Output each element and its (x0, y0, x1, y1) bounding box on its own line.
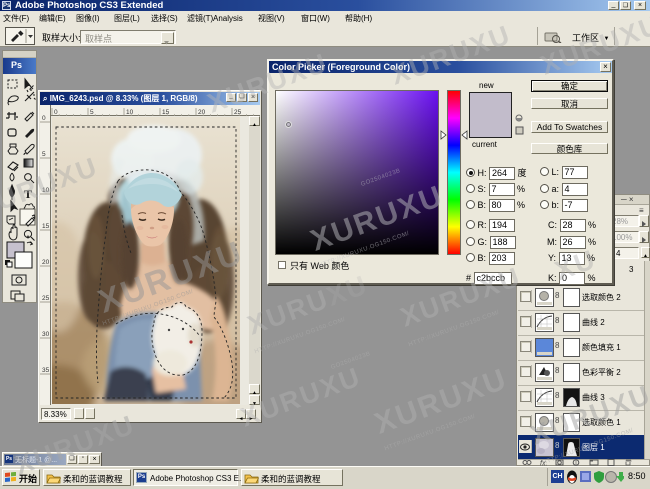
svg-text:15: 15 (42, 223, 50, 230)
svg-text:15: 15 (162, 109, 170, 116)
svg-text:20: 20 (42, 259, 50, 266)
svg-text:30: 30 (42, 331, 50, 338)
svg-text:10: 10 (42, 187, 50, 194)
svg-text:20: 20 (198, 109, 206, 116)
svg-text:35: 35 (42, 367, 50, 374)
svg-text:25: 25 (42, 295, 50, 302)
svg-text:5: 5 (42, 151, 46, 158)
svg-text:0: 0 (54, 109, 58, 116)
svg-text:5: 5 (90, 109, 94, 116)
svg-text:10: 10 (126, 109, 134, 116)
svg-text:25: 25 (234, 109, 242, 116)
svg-text:0: 0 (42, 115, 46, 122)
svg-text:T: T (24, 187, 32, 201)
